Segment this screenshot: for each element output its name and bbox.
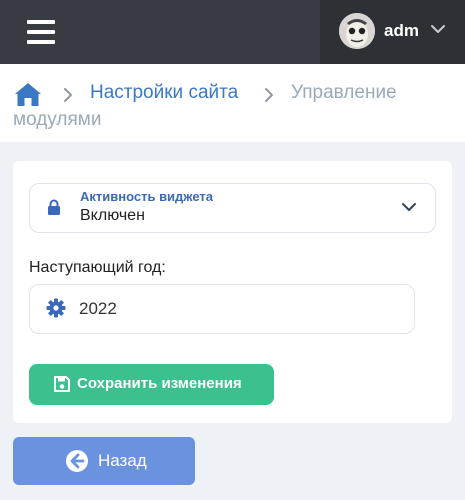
avatar[interactable] bbox=[339, 13, 375, 49]
breadcrumb-item-site-settings[interactable]: Настройки сайта bbox=[90, 82, 238, 104]
user-name[interactable]: adm bbox=[384, 21, 419, 41]
select-value[interactable]: Включен bbox=[80, 207, 145, 225]
settings-card: Активность виджета Включен Наступающий г… bbox=[13, 161, 452, 423]
chevron-down-icon[interactable] bbox=[401, 202, 417, 212]
widget-activity-select[interactable]: Активность виджета Включен bbox=[29, 183, 436, 233]
home-icon[interactable] bbox=[13, 81, 43, 107]
save-changes-button[interactable]: Сохранить изменения bbox=[29, 364, 274, 405]
select-label: Активность виджета bbox=[80, 189, 214, 204]
breadcrumb: Настройки сайта Управление модулями bbox=[0, 64, 465, 142]
year-value[interactable]: 2022 bbox=[79, 299, 117, 319]
top-bar: adm bbox=[0, 0, 465, 64]
breadcrumb-item-module-management: Управление bbox=[291, 82, 397, 103]
hamburger-icon[interactable] bbox=[27, 20, 55, 44]
chevron-down-icon[interactable] bbox=[430, 24, 446, 34]
gear-icon bbox=[46, 298, 66, 318]
save-button-label: Сохранить изменения bbox=[77, 375, 242, 392]
user-menu[interactable]: adm bbox=[320, 0, 465, 64]
breadcrumb-item-module-management-cont: модулями bbox=[13, 109, 102, 130]
chevron-right-icon bbox=[64, 88, 72, 102]
floppy-disk-icon bbox=[54, 376, 70, 392]
chevron-right-icon bbox=[265, 88, 273, 102]
back-button[interactable]: Назад bbox=[13, 437, 195, 485]
year-input[interactable]: 2022 bbox=[29, 284, 415, 334]
lock-icon bbox=[48, 199, 60, 215]
back-button-label: Назад bbox=[98, 451, 147, 470]
year-field-label: Наступающий год: bbox=[29, 259, 166, 276]
arrow-circle-left-icon bbox=[66, 450, 88, 472]
